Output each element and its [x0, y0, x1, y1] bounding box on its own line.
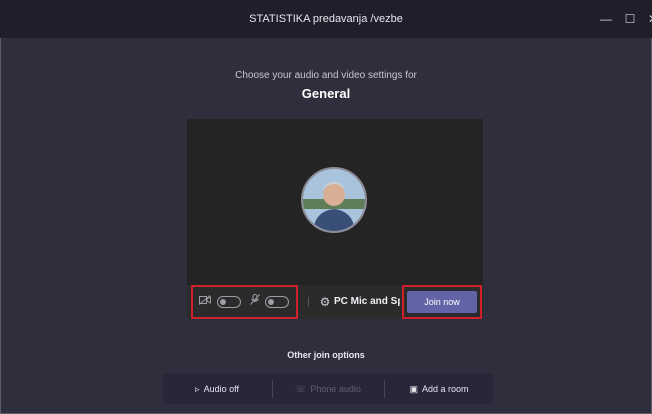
mic-off-icon — [247, 285, 263, 319]
camera-toggle[interactable] — [217, 296, 241, 308]
audio-off-option[interactable]: ▹ Audio off — [163, 374, 271, 404]
minimize-icon[interactable]: — — [596, 0, 616, 38]
device-toolbar: ⚙ PC Mic and Sp... Join now — [187, 285, 483, 319]
join-options-bar: ▹ Audio off ☏ Phone audio ▣ Add a room — [163, 374, 493, 404]
settings-subtitle: Choose your audio and video settings for — [235, 70, 417, 81]
maximize-icon[interactable]: ☐ — [620, 0, 640, 38]
other-join-options-label: Other join options — [287, 350, 365, 360]
window-title: STATISTIKA predavanja /vezbe — [249, 13, 403, 25]
room-icon: ▣ — [409, 384, 418, 394]
video-preview — [187, 119, 483, 285]
speaker-off-icon: ▹ — [195, 384, 200, 394]
toolbar-divider — [308, 297, 309, 307]
channel-name: General — [301, 86, 351, 101]
add-room-option[interactable]: ▣ Add a room — [385, 374, 493, 404]
device-settings-label[interactable]: PC Mic and Sp... — [334, 285, 400, 319]
gear-icon[interactable]: ⚙ — [317, 285, 333, 319]
mic-toggle[interactable] — [265, 296, 289, 308]
phone-audio-option[interactable]: ☏ Phone audio — [273, 374, 383, 404]
close-icon[interactable]: ✕ — [643, 0, 652, 38]
title-bar: STATISTIKA predavanja /vezbe — ☐ ✕ — [0, 0, 652, 38]
phone-icon: ☏ — [295, 384, 307, 394]
avatar — [301, 167, 367, 233]
audio-off-label: Audio off — [203, 384, 239, 394]
camera-off-icon — [197, 285, 213, 319]
phone-audio-label: Phone audio — [310, 384, 361, 394]
join-now-button[interactable]: Join now — [407, 291, 477, 313]
add-room-label: Add a room — [421, 384, 469, 394]
